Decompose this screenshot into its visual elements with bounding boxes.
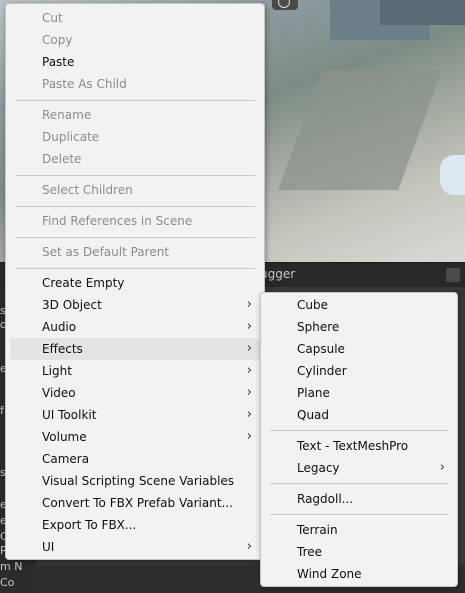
submenu-item-tree[interactable]: Tree [265,541,453,563]
submenu-item-quad[interactable]: Quad [265,404,453,426]
hierarchy-text: m N [0,560,23,573]
scene-road [278,70,442,190]
submenu-3d-object: Cube Sphere Capsule Cylinder Plane Quad … [260,292,458,587]
submenu-item-ragdoll[interactable]: Ragdoll... [265,488,453,510]
menu-item-paste-as-child: Paste As Child [42,77,127,91]
chevron-right-icon: › [246,341,252,356]
submenu-item-text-textmeshpro[interactable]: Text - TextMeshPro [265,435,453,457]
menu-separator [15,268,255,269]
menu-item-visual-scripting-scene-variables[interactable]: Visual Scripting Scene Variables [10,470,260,492]
menu-item-convert-to-fbx-prefab-variant[interactable]: Convert To FBX Prefab Variant... [10,492,260,514]
menu-item-volume[interactable]: Volume › [10,426,260,448]
scene-building [380,0,465,25]
menu-separator [15,206,255,207]
submenu-item-cube[interactable]: Cube [265,294,453,316]
menu-separator [270,514,448,515]
menu-item-camera[interactable]: Camera [10,448,260,470]
menu-item-paste[interactable]: Paste [10,51,260,73]
chevron-right-icon: › [246,429,252,444]
submenu-item-plane[interactable]: Plane [265,382,453,404]
menu-item-copy: Copy [42,33,73,47]
menu-separator [270,483,448,484]
menu-separator [15,175,255,176]
menu-separator [15,100,255,101]
menu-separator [270,430,448,431]
hierarchy-text: f [0,404,4,417]
menu-separator [15,237,255,238]
submenu-item-legacy[interactable]: Legacy › [265,457,453,479]
scene-object [440,155,465,195]
menu-item-create-empty[interactable]: Create Empty [10,272,260,294]
hierarchy-text: Co [0,576,15,589]
chevron-right-icon: › [246,319,252,334]
submenu-item-terrain[interactable]: Terrain [265,519,453,541]
chevron-right-icon: › [246,385,252,400]
menu-item-select-children: Select Children [42,183,133,197]
menu-item-video[interactable]: Video › [10,382,260,404]
menu-item-cut: Cut [42,11,63,25]
tab-debugger[interactable]: ugger [260,267,295,281]
menu-item-effects[interactable]: Effects › [10,338,260,360]
menu-item-export-to-fbx[interactable]: Export To FBX... [10,514,260,536]
menu-item-light[interactable]: Light › [10,360,260,382]
panel-options-button[interactable] [446,268,460,282]
menu-item-set-default-parent: Set as Default Parent [42,245,170,259]
menu-item-find-references: Find References in Scene [42,214,193,228]
chevron-right-icon: › [246,539,252,554]
menu-item-3d-object[interactable]: 3D Object › [10,294,260,316]
chevron-right-icon: › [246,363,252,378]
menu-item-duplicate: Duplicate [42,130,100,144]
menu-item-rename: Rename [42,108,92,122]
chevron-right-icon: › [246,297,252,312]
menu-item-ui-toolkit[interactable]: UI Toolkit › [10,404,260,426]
menu-item-delete: Delete [42,152,82,166]
chevron-right-icon: › [246,407,252,422]
context-menu: Cut Copy Paste Paste As Child Rename Dup… [5,3,265,560]
menu-item-ui[interactable]: UI › [10,536,260,558]
submenu-item-sphere[interactable]: Sphere [265,316,453,338]
orientation-gizmo-icon[interactable] [272,0,298,10]
submenu-item-cylinder[interactable]: Cylinder [265,360,453,382]
submenu-item-wind-zone[interactable]: Wind Zone [265,563,453,585]
submenu-item-capsule[interactable]: Capsule [265,338,453,360]
menu-item-audio[interactable]: Audio › [10,316,260,338]
chevron-right-icon: › [439,460,445,475]
